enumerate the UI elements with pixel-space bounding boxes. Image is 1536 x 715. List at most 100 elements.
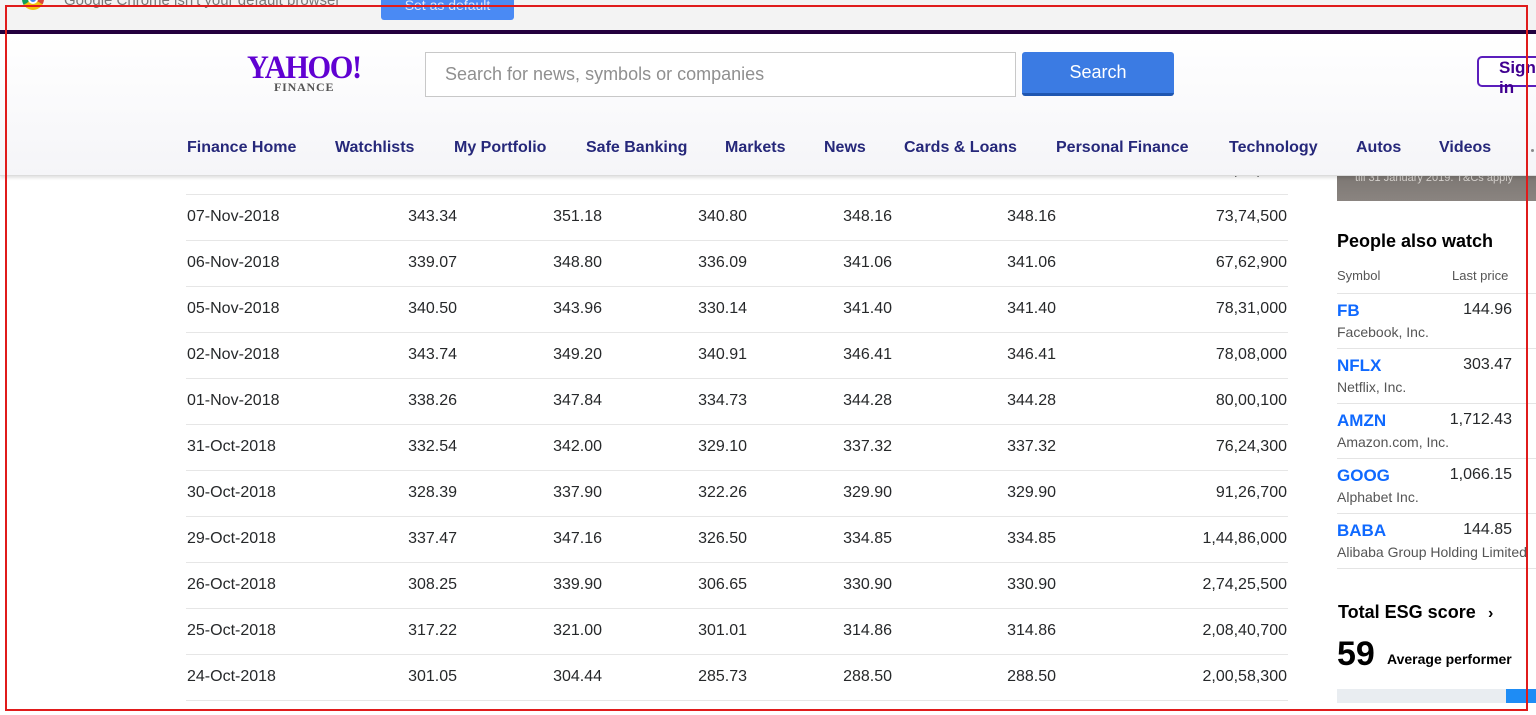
cell-high: 321.00: [553, 622, 602, 639]
nav-personal-finance[interactable]: Personal Finance: [1056, 139, 1189, 157]
cell-close: 330.90: [843, 576, 892, 593]
cell-volume: 91,26,700: [1215, 484, 1287, 501]
cell-adj-close: 341.40: [1007, 300, 1056, 317]
cell-adj-close: 341.06: [1007, 254, 1056, 271]
set-as-default-button[interactable]: Set as default: [381, 0, 514, 20]
cell-high: 347.16: [553, 530, 602, 547]
nav-my-portfolio[interactable]: My Portfolio: [454, 139, 546, 157]
cell-close: 341.40: [843, 300, 892, 317]
symbol-column-header: Symbol: [1337, 268, 1381, 283]
cell-date: 07-Nov-2018: [187, 208, 280, 225]
more-nav-icon[interactable]: [1531, 149, 1534, 152]
watch-last-price: 144.85: [1463, 521, 1512, 538]
esg-title[interactable]: Total ESG score: [1338, 602, 1476, 623]
watch-list-item[interactable]: FB 144.96 Facebook, Inc.: [1337, 293, 1536, 349]
watch-company-name: Netflix, Inc.: [1337, 379, 1407, 395]
historical-prices-table: 08-Nov-2018 349.30 351.09 343.77 351.16 …: [0, 148, 1290, 715]
cell-adj-close: 348.16: [1007, 208, 1056, 225]
cell-adj-close: 288.50: [1007, 668, 1056, 685]
cell-close: 329.90: [843, 484, 892, 501]
yahoo-finance-logo[interactable]: YAHOO! FINANCE: [247, 50, 367, 94]
logo-subtext: FINANCE: [274, 80, 335, 94]
cell-date: 29-Oct-2018: [187, 530, 276, 547]
cell-date: 05-Nov-2018: [187, 300, 280, 317]
watch-symbol-link[interactable]: BABA: [1337, 521, 1386, 541]
watch-company-name: Amazon.com, Inc.: [1337, 434, 1450, 450]
esg-score-bar: [1337, 689, 1536, 703]
nav-cards-loans[interactable]: Cards & Loans: [904, 139, 1017, 157]
watch-list-item[interactable]: NFLX 303.47 Netflix, Inc.: [1337, 348, 1536, 404]
nav-watchlists[interactable]: Watchlists: [335, 139, 414, 157]
cell-date: 25-Oct-2018: [187, 622, 276, 639]
cell-open: 337.47: [408, 530, 457, 547]
cell-open: 332.54: [408, 438, 457, 455]
chrome-icon: [22, 0, 44, 10]
watch-company-name: Alphabet Inc.: [1337, 489, 1419, 505]
watch-list-item[interactable]: GOOG 1,066.15 Alphabet Inc.: [1337, 458, 1536, 514]
site-header: YAHOO! FINANCE Search Sign in Finance Ho…: [0, 34, 1536, 176]
nav-autos[interactable]: Autos: [1356, 139, 1401, 157]
watch-symbol-link[interactable]: FB: [1337, 301, 1360, 321]
cell-high: 347.84: [553, 392, 602, 409]
watch-list-item[interactable]: AMZN 1,712.43 Amazon.com, Inc.: [1337, 403, 1536, 459]
sign-in-button[interactable]: Sign in: [1477, 56, 1536, 97]
cell-low: 334.73: [698, 392, 747, 409]
cell-adj-close: 330.90: [1007, 576, 1056, 593]
nav-videos[interactable]: Videos: [1439, 139, 1491, 157]
watch-symbol-link[interactable]: GOOG: [1337, 466, 1390, 486]
esg-score-bar-fill: [1506, 689, 1536, 703]
nav-technology[interactable]: Technology: [1229, 139, 1318, 157]
cell-high: 342.00: [553, 438, 602, 455]
cell-open: 343.34: [408, 208, 457, 225]
cell-open: 308.25: [408, 576, 457, 593]
table-row: 02-Nov-2018 343.74 349.20 340.91 346.41 346.4…: [186, 332, 1288, 379]
cell-volume: 2,00,58,300: [1202, 668, 1287, 685]
cell-low: 336.09: [698, 254, 747, 271]
cell-adj-close: 314.86: [1007, 622, 1056, 639]
nav-safe-banking[interactable]: Safe Banking: [586, 139, 687, 157]
watch-company-name: Alibaba Group Holding Limited: [1337, 544, 1527, 560]
cell-high: 337.90: [553, 484, 602, 501]
cell-low: 322.26: [698, 484, 747, 501]
cell-low: 329.10: [698, 438, 747, 455]
people-also-watch-title: People also watch: [1337, 231, 1494, 251]
cell-low: 340.80: [698, 208, 747, 225]
cell-volume: 2,74,25,500: [1202, 576, 1287, 593]
watch-company-name: Facebook, Inc.: [1337, 324, 1429, 340]
esg-performance-label: Average performer: [1387, 651, 1512, 667]
cell-open: 340.50: [408, 300, 457, 317]
main-nav: Finance Home Watchlists My Portfolio Saf…: [0, 139, 1536, 161]
cell-close: 314.86: [843, 622, 892, 639]
table-row: 05-Nov-2018 340.50 343.96 330.14 341.40 341.4…: [186, 286, 1288, 333]
cell-volume: 76,24,300: [1215, 438, 1287, 455]
cell-close: 288.50: [843, 668, 892, 685]
nav-news[interactable]: News: [824, 139, 866, 157]
search-button[interactable]: Search: [1022, 52, 1174, 96]
cell-high: 348.80: [553, 254, 602, 271]
cell-high: 351.18: [553, 208, 602, 225]
watch-last-price: 144.96: [1463, 301, 1512, 318]
watch-symbol-link[interactable]: NFLX: [1337, 356, 1381, 376]
cell-high: 349.20: [553, 346, 602, 363]
table-row: 31-Oct-2018 332.54 342.00 329.10 337.32 337.3…: [186, 424, 1288, 471]
divider: [1337, 568, 1536, 569]
watch-last-price: 1,712.43: [1449, 411, 1512, 428]
table-row: 01-Nov-2018 338.26 347.84 334.73 344.28 344.2…: [186, 378, 1288, 425]
cell-close: 344.28: [843, 392, 892, 409]
cell-low: 285.73: [698, 668, 747, 685]
nav-markets[interactable]: Markets: [725, 139, 785, 157]
chevron-right-icon[interactable]: ›: [1488, 605, 1493, 623]
cell-volume: 78,31,000: [1215, 300, 1287, 317]
nav-finance-home[interactable]: Finance Home: [187, 139, 296, 157]
cell-open: 339.07: [408, 254, 457, 271]
search-input[interactable]: [425, 52, 1016, 97]
table-row: 24-Oct-2018 301.05 304.44 285.73 288.50 288.5…: [186, 654, 1288, 701]
cell-date: 02-Nov-2018: [187, 346, 280, 363]
watch-last-price: 1,066.15: [1449, 466, 1512, 483]
cell-low: 326.50: [698, 530, 747, 547]
watch-list-item[interactable]: BABA 144.85 Alibaba Group Holding Limited: [1337, 513, 1536, 569]
cell-open: 338.26: [408, 392, 457, 409]
watch-symbol-link[interactable]: AMZN: [1337, 411, 1386, 431]
cell-volume: 78,08,000: [1215, 346, 1287, 363]
cell-adj-close: 344.28: [1007, 392, 1056, 409]
